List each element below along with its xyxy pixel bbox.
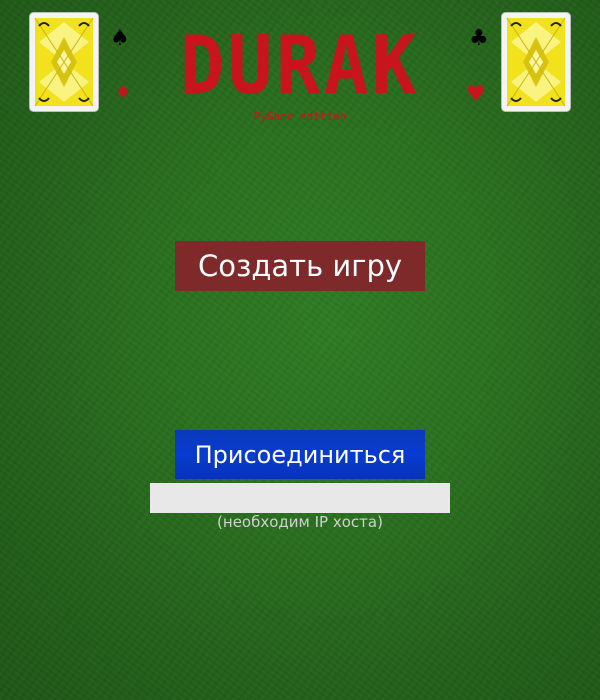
game-title: DURAK — [180, 19, 420, 112]
ip-hint: (необходим IP хоста) — [217, 513, 383, 531]
club-icon: ♣ — [469, 26, 489, 51]
spade-icon: ♠ — [110, 26, 130, 51]
host-ip-input[interactable] — [150, 483, 450, 513]
game-subtitle: PyGame edition — [253, 110, 347, 123]
join-game-button[interactable]: Присоединиться — [175, 430, 425, 479]
create-game-button[interactable]: Создать игру — [175, 241, 425, 291]
create-game-label: Создать игру — [197, 249, 403, 283]
heart-icon: ♥ — [466, 82, 486, 107]
diamond-icon: ♦ — [115, 82, 132, 103]
logo: DURAK — [135, 19, 465, 112]
card-back-icon — [501, 12, 571, 112]
card-back-icon — [29, 12, 99, 112]
join-game-label: Присоединиться — [194, 440, 406, 469]
